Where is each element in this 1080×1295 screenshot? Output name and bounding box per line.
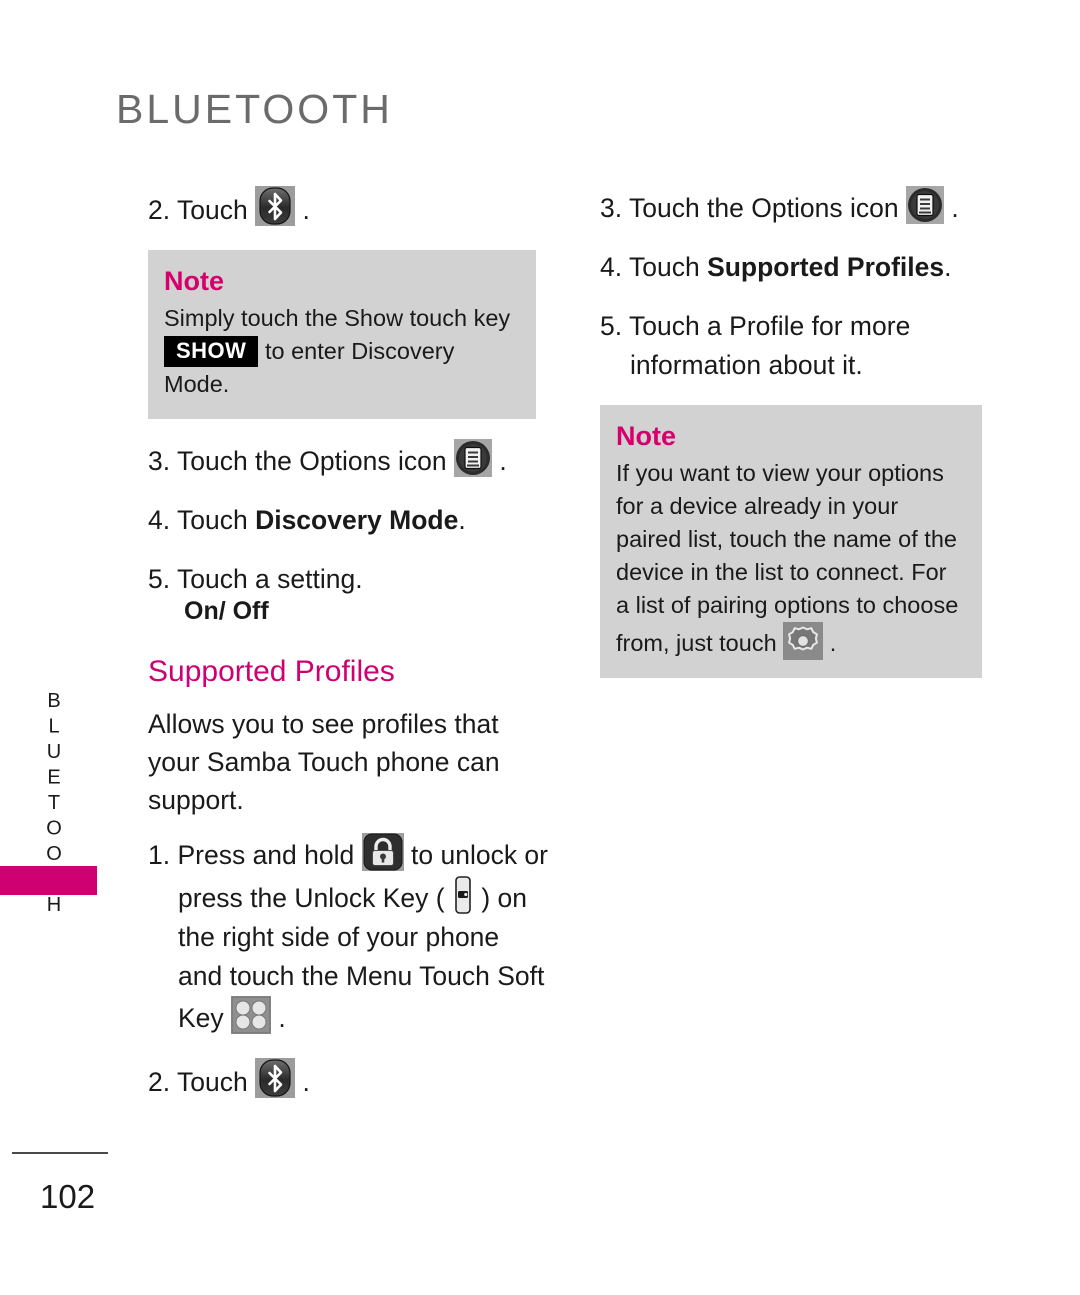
note-title: Note bbox=[164, 266, 224, 296]
step-prefix: 4. Touch bbox=[148, 505, 256, 535]
step-label: 3. Touch the Options icon bbox=[600, 193, 899, 223]
step-label: 2. Touch bbox=[148, 195, 248, 225]
setting-options-value: On/ Off bbox=[184, 597, 269, 625]
note-box-paired-list: Note If you want to view your options fo… bbox=[600, 405, 982, 678]
step-period: . bbox=[302, 1067, 310, 1097]
note-title: Note bbox=[616, 421, 676, 451]
options-icon bbox=[905, 186, 944, 224]
step-touch-setting: 5. Touch a setting. On/ Off bbox=[148, 560, 548, 629]
step-period: . bbox=[499, 446, 507, 476]
step-bold-term: Supported Profiles bbox=[707, 252, 945, 282]
step-period: . bbox=[302, 195, 310, 225]
step-period: . bbox=[944, 252, 952, 282]
step-touch-bluetooth-top: 2. Touch . bbox=[148, 186, 548, 230]
show-touch-key-badge[interactable]: SHOW bbox=[164, 336, 259, 367]
side-tab-marker bbox=[0, 866, 97, 895]
gear-icon bbox=[783, 622, 824, 660]
manual-page: BLUETOOTH BLUETOOTH 2. Touch . Note Simp… bbox=[0, 0, 1080, 1295]
step-touch-discovery-mode: 4. Touch Discovery Mode. bbox=[148, 501, 548, 540]
step-part-1: 1. Press and hold bbox=[148, 840, 355, 870]
step-touch-options-left: 3. Touch the Options icon . bbox=[148, 439, 548, 481]
note-line-1: Simply touch the Show touch key bbox=[164, 305, 511, 331]
step-period: . bbox=[278, 1003, 286, 1033]
page-number: 102 bbox=[40, 1178, 96, 1215]
step-period: . bbox=[458, 505, 466, 535]
unlock-key-icon bbox=[451, 875, 474, 915]
step-bold-term: Discovery Mode bbox=[255, 505, 459, 535]
step-period: . bbox=[951, 193, 959, 223]
step-label: 3. Touch the Options icon bbox=[148, 446, 447, 476]
note-line-2: . bbox=[829, 630, 837, 656]
lock-icon bbox=[361, 833, 404, 871]
step-prefix: 4. Touch bbox=[600, 252, 708, 282]
left-column: 2. Touch . Note Simply touch the Show to… bbox=[148, 186, 548, 1122]
section-description: Allows you to see profiles that your Sam… bbox=[148, 709, 500, 815]
footer-divider bbox=[12, 1152, 108, 1154]
step-touch-bluetooth-bottom: 2. Touch . bbox=[148, 1058, 548, 1102]
bluetooth-icon bbox=[255, 1058, 296, 1098]
step-label: 2. Touch bbox=[148, 1067, 248, 1097]
step-touch-profile-info: 5. Touch a Profile for more information … bbox=[600, 307, 1000, 385]
note-box-discovery: Note Simply touch the Show touch key SHO… bbox=[148, 250, 536, 419]
page-title: BLUETOOTH bbox=[116, 86, 393, 132]
right-column: 3. Touch the Options icon . 4. Touch Sup… bbox=[600, 186, 1000, 698]
menu-soft-key-icon bbox=[231, 996, 272, 1034]
step-hanging-text: 1. Press and hold to unlock or press the… bbox=[148, 833, 548, 1038]
bluetooth-icon bbox=[255, 186, 296, 226]
note-body: Simply touch the Show touch key SHOW to … bbox=[164, 302, 520, 401]
step-label: 5. Touch a setting. bbox=[148, 564, 363, 594]
options-icon bbox=[453, 439, 492, 477]
step-press-and-hold-unlock: 1. Press and hold to unlock or press the… bbox=[148, 833, 548, 1038]
step-hanging-text: 5. Touch a Profile for more information … bbox=[600, 311, 911, 380]
step-touch-options-right: 3. Touch the Options icon . bbox=[600, 186, 1000, 228]
note-body: If you want to view your options for a d… bbox=[616, 457, 966, 660]
section-heading-supported-profiles: Supported Profiles bbox=[148, 655, 395, 688]
step-touch-supported-profiles: 4. Touch Supported Profiles. bbox=[600, 248, 1000, 287]
